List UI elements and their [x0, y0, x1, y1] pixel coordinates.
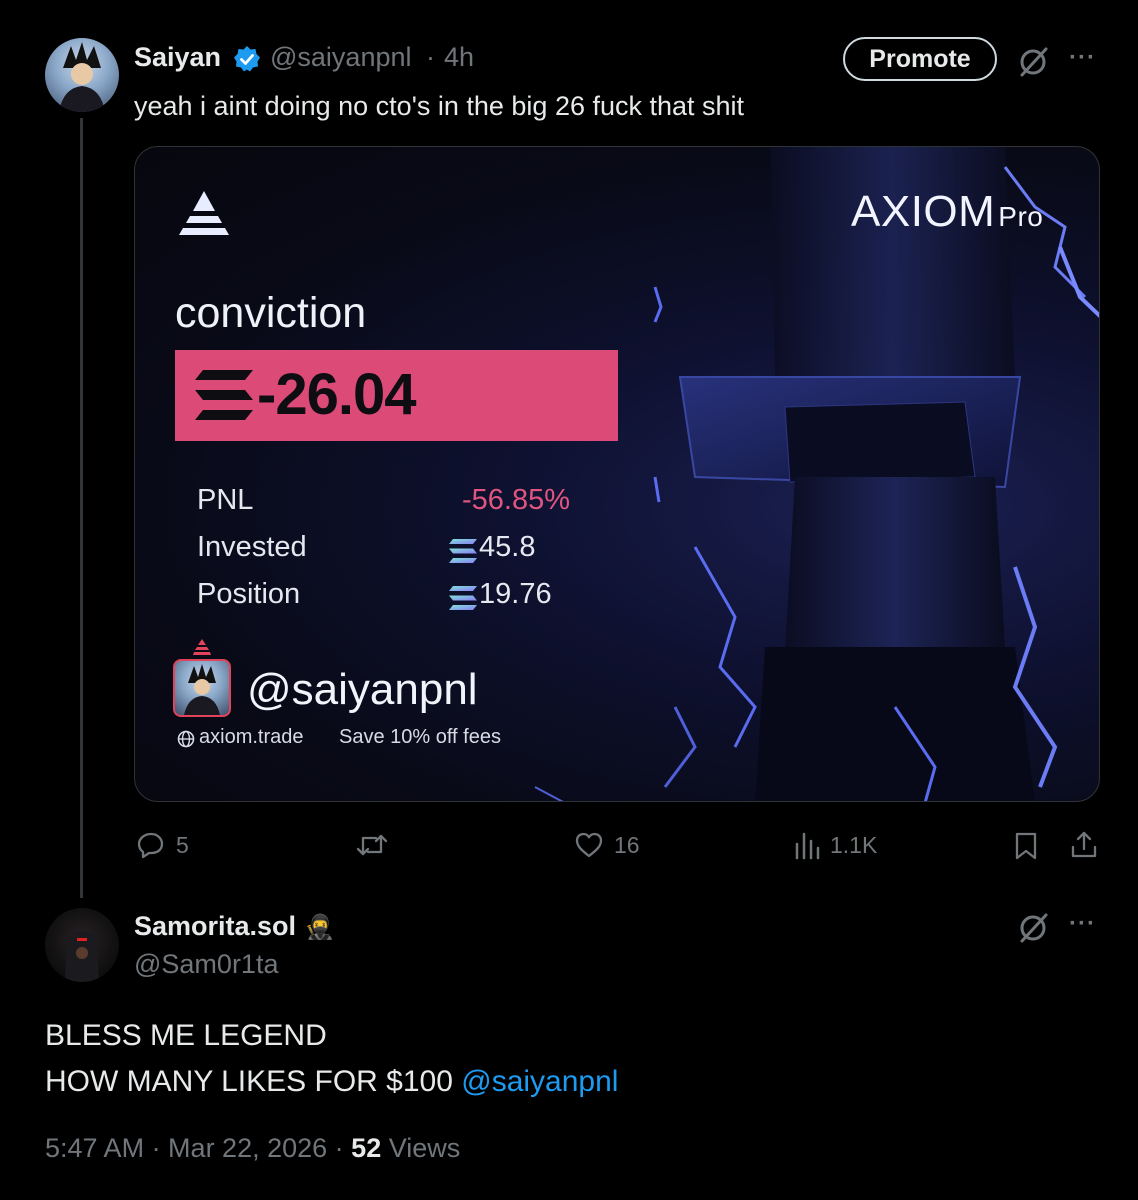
reply-views-label: Views	[388, 1133, 461, 1163]
reply-text-line2: HOW MANY LIKES FOR $100 @saiyanpnl	[45, 1059, 618, 1105]
ninja-emoji: 🥷	[304, 914, 335, 941]
card-user-handle: @saiyanpnl	[247, 665, 478, 714]
avatar-figure	[59, 42, 105, 112]
solana-icon	[449, 586, 477, 610]
like-button[interactable]: 16	[574, 830, 640, 860]
reply-button[interactable]: 5	[136, 830, 189, 860]
verified-badge-icon	[233, 45, 261, 73]
thread-line	[80, 118, 83, 898]
more-icon[interactable]: ···	[1069, 910, 1096, 938]
views-button[interactable]: 1.1K	[794, 830, 877, 860]
views-icon	[795, 832, 820, 860]
card-user-avatar	[173, 659, 231, 717]
reply-meta: 5:47 AM · Mar 22, 2026 · 52 Views	[45, 1133, 460, 1164]
share-icon[interactable]	[1069, 830, 1099, 860]
reply-author-name: Samorita.sol	[134, 911, 297, 941]
axiom-brand-text: AXIOM	[851, 187, 996, 236]
reply-author[interactable]: Samorita.sol 🥷	[134, 911, 334, 942]
bookmark-icon[interactable]	[1013, 831, 1039, 861]
reply-count: 5	[176, 831, 189, 858]
like-count: 16	[614, 831, 640, 858]
grok-icon[interactable]	[1017, 911, 1051, 945]
row-position-label: Position	[197, 578, 301, 610]
reply-timestamp[interactable]: 5:47 AM · Mar 22, 2026 ·	[45, 1133, 344, 1163]
row-invested-value: 45.8	[479, 531, 536, 563]
row-position-value: 19.76	[479, 578, 552, 610]
promote-button[interactable]: Promote	[843, 37, 997, 81]
card-promo: Save 10% off fees	[339, 726, 501, 748]
axiom-brand: AXIOM Pro	[851, 187, 1043, 237]
row-pnl-value: -56.85%	[462, 484, 571, 516]
time-separator: ·	[426, 42, 435, 72]
pnl-card-image[interactable]: AXIOM Pro conviction -26.04 PNL -56.85% I…	[134, 146, 1100, 802]
globe-icon	[177, 730, 195, 748]
reply-avatar[interactable]	[45, 908, 119, 982]
author-handle[interactable]: @saiyanpnl	[270, 42, 412, 73]
solana-icon	[449, 539, 477, 563]
reply-text-line1: BLESS ME LEGEND	[45, 1019, 327, 1052]
card-site: axiom.trade	[199, 726, 304, 748]
axiom-logo-small-icon	[193, 639, 211, 655]
row-pnl-label: PNL	[197, 484, 254, 516]
post-text: yeah i aint doing no cto's in the big 26…	[134, 91, 745, 121]
token-name: conviction	[175, 289, 367, 337]
avatar[interactable]	[45, 38, 119, 112]
repost-icon	[356, 834, 388, 856]
axiom-brand-suffix: Pro	[998, 201, 1044, 232]
pnl-value: -26.04	[257, 362, 416, 427]
reply-avatar-figure	[65, 931, 99, 982]
like-icon	[575, 832, 603, 858]
grok-icon[interactable]	[1017, 45, 1051, 79]
axiom-logo-icon	[175, 189, 233, 237]
more-icon[interactable]: ···	[1069, 44, 1096, 72]
author-name[interactable]: Saiyan	[134, 42, 221, 73]
post-age[interactable]: 4h	[444, 42, 474, 73]
reply-text: BLESS ME LEGEND HOW MANY LIKES FOR $100 …	[45, 1013, 618, 1105]
repost-button[interactable]	[356, 830, 398, 860]
mention-link[interactable]: @saiyanpnl	[461, 1065, 618, 1098]
reply-icon	[137, 832, 164, 859]
views-count: 1.1K	[830, 831, 878, 858]
reply-text-line2-body: HOW MANY LIKES FOR $100	[45, 1065, 453, 1098]
reply-views-count: 52	[351, 1133, 382, 1163]
reply-author-handle[interactable]: @Sam0r1ta	[134, 949, 278, 980]
solana-icon	[195, 370, 253, 420]
row-invested-label: Invested	[197, 531, 307, 563]
